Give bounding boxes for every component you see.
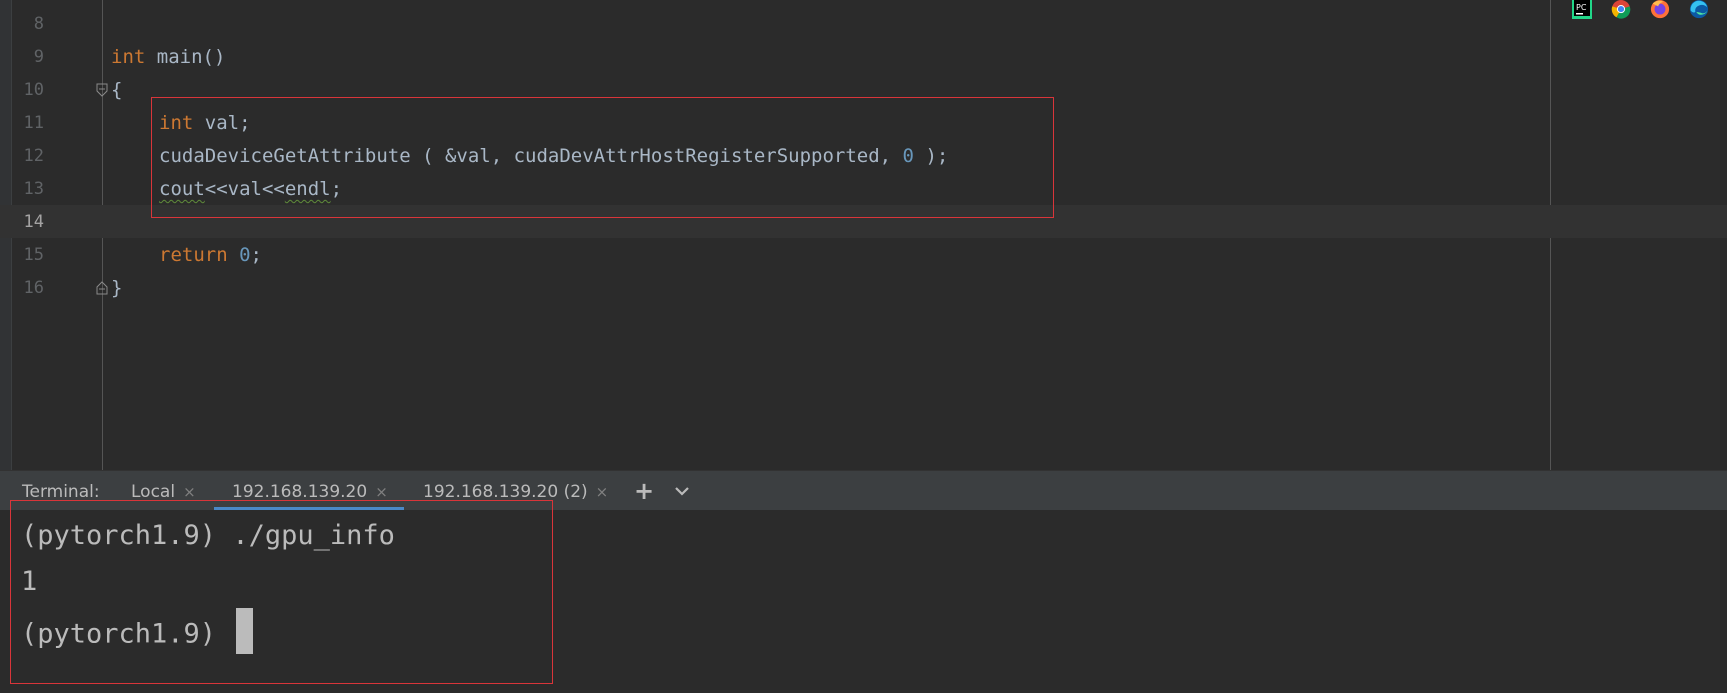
fold-close-icon[interactable] (96, 281, 108, 295)
firefox-icon[interactable] (1643, 0, 1676, 22)
code-text: } (111, 277, 123, 299)
line-number: 10 (23, 80, 44, 100)
close-icon[interactable]: × (596, 483, 609, 501)
chevron-down-icon[interactable] (672, 481, 692, 505)
browser-icons-bar: PC (1565, 0, 1727, 22)
code-line-15[interactable]: 15 return 0; (0, 238, 1727, 271)
code-line-8[interactable]: 8 (0, 7, 1727, 40)
code-text: return 0; (159, 244, 262, 266)
pycharm-icon[interactable]: PC (1565, 0, 1598, 22)
tab-remote-2[interactable]: 192.168.139.20 (2) × (423, 482, 608, 502)
tab-label: 192.168.139.20 (2) (423, 482, 588, 502)
line-number: 12 (23, 146, 44, 166)
code-line-9[interactable]: 9 int main() (0, 40, 1727, 73)
line-number: 11 (23, 113, 44, 133)
code-text: { (111, 79, 123, 101)
terminal-highlight-box (10, 500, 553, 684)
chrome-icon[interactable] (1604, 0, 1637, 22)
fold-open-icon[interactable] (96, 83, 108, 97)
line-number: 13 (23, 179, 44, 199)
terminal-label: Terminal: (22, 482, 100, 502)
code-highlight-box (151, 97, 1054, 218)
tab-label: 192.168.139.20 (232, 482, 368, 502)
tab-label: Local (131, 482, 176, 502)
line-number: 14 (23, 212, 44, 232)
close-icon[interactable]: × (375, 483, 388, 501)
code-editor[interactable]: 8 9 int main() 10 { 11 int val; 12 cudaD… (0, 0, 1727, 470)
line-number: 9 (33, 47, 44, 67)
code-line-16[interactable]: 16 } (0, 271, 1727, 304)
tab-local[interactable]: Local × (131, 482, 196, 502)
code-text: int main() (111, 46, 226, 68)
edge-icon[interactable] (1682, 0, 1715, 22)
svg-text:PC: PC (1576, 3, 1587, 12)
line-number: 15 (23, 245, 44, 265)
line-number: 16 (23, 278, 44, 298)
new-tab-button[interactable]: + (634, 477, 654, 505)
line-number: 8 (33, 14, 44, 34)
close-icon[interactable]: × (183, 483, 196, 501)
tab-remote-1[interactable]: 192.168.139.20 × (232, 482, 388, 502)
